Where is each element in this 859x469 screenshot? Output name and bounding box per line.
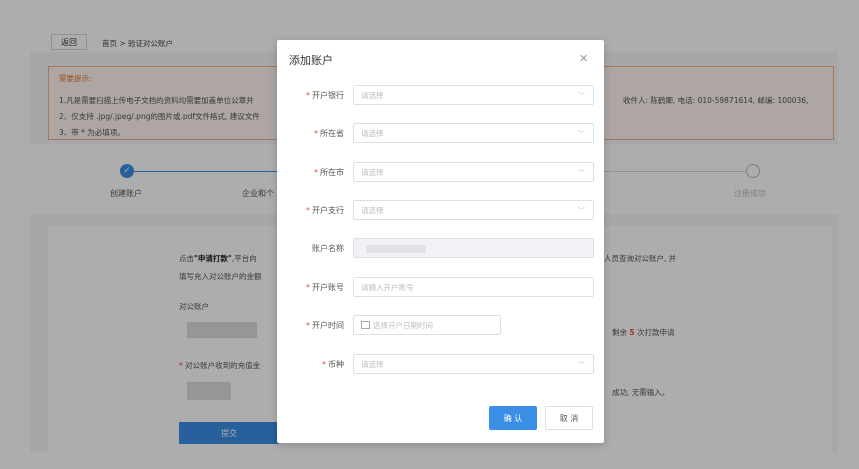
account-name-field: [353, 238, 594, 258]
label-account-name: 账户名称: [312, 244, 344, 253]
bank-select[interactable]: 请选择 ﹀: [353, 85, 594, 105]
label-city: * 所在市: [314, 168, 344, 177]
add-account-dialog: 添加账户 ✕ * 开户银行 请选择 ﹀ * 所在省 请选择 ﹀ * 所在市 请选择 ﹀ * 开…: [277, 40, 604, 443]
row-open-date: * 开户时间 选择开户日期时间: [277, 315, 604, 337]
chevron-down-icon: ﹀: [578, 361, 585, 369]
row-province: * 所在省 请选择 ﹀: [277, 123, 604, 145]
province-select[interactable]: 请选择 ﹀: [353, 123, 594, 143]
label-province: * 所在省: [314, 129, 344, 138]
chevron-down-icon: ﹀: [578, 92, 585, 100]
row-account-name: 账户名称: [277, 238, 604, 260]
row-currency: * 币种 请选择 ﹀: [277, 354, 604, 376]
label-account-number: * 开户账号: [306, 283, 344, 292]
close-icon[interactable]: ✕: [579, 52, 588, 65]
currency-select[interactable]: 请选择 ﹀: [353, 354, 594, 374]
label-bank: * 开户银行: [306, 91, 344, 100]
chevron-down-icon: ﹀: [578, 207, 585, 215]
chevron-down-icon: ﹀: [578, 169, 585, 177]
calendar-icon: [361, 321, 370, 329]
branch-select[interactable]: 请选择 ﹀: [353, 200, 594, 220]
row-account-number: * 开户账号 请输入开户账号: [277, 277, 604, 299]
label-branch: * 开户支行: [306, 206, 344, 215]
label-currency: * 币种: [322, 360, 344, 369]
blurred-account-name: [366, 245, 426, 253]
confirm-button[interactable]: 确 认: [489, 406, 537, 430]
open-date-picker[interactable]: 选择开户日期时间: [353, 315, 501, 335]
row-branch: * 开户支行 请选择 ﹀: [277, 200, 604, 222]
city-select[interactable]: 请选择 ﹀: [353, 162, 594, 182]
chevron-down-icon: ﹀: [578, 130, 585, 138]
cancel-button[interactable]: 取 消: [545, 406, 593, 430]
row-bank: * 开户银行 请选择 ﹀: [277, 85, 604, 107]
account-number-input[interactable]: 请输入开户账号: [353, 277, 594, 297]
row-city: * 所在市 请选择 ﹀: [277, 162, 604, 184]
dialog-title: 添加账户: [289, 54, 333, 67]
label-open-date: * 开户时间: [306, 321, 344, 330]
